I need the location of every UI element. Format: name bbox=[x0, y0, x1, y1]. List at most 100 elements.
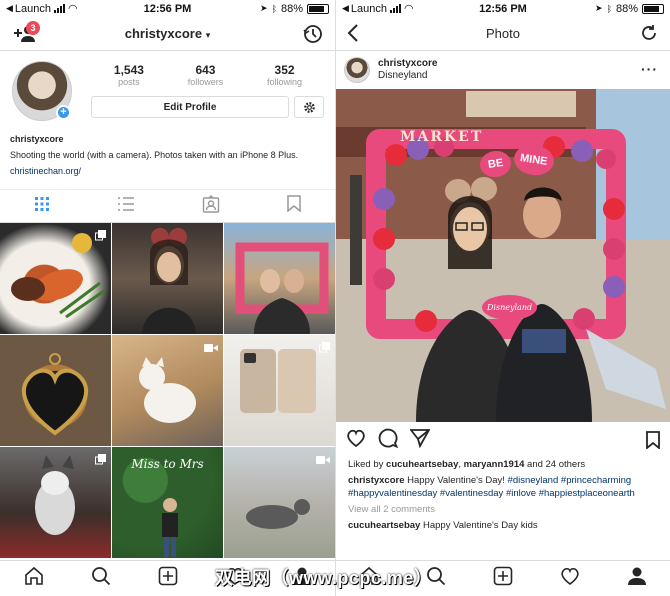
options-button[interactable] bbox=[294, 96, 324, 118]
photo-grid: Miss to Mrs bbox=[0, 223, 335, 558]
hashtag[interactable]: #happyvalentinesday bbox=[348, 488, 437, 499]
likes-line: Liked by cucuheartsebay, maryann1914 and… bbox=[348, 458, 658, 471]
grid-thumb-4[interactable] bbox=[0, 335, 111, 446]
chevron-left-icon bbox=[347, 24, 358, 42]
battery-icon bbox=[642, 3, 664, 14]
battery-icon bbox=[307, 3, 329, 14]
bookmark-icon bbox=[287, 195, 302, 213]
tab-grid[interactable] bbox=[34, 196, 50, 217]
bio: christyxcore Shooting the world (with a … bbox=[0, 131, 335, 179]
liked-rest[interactable]: and 24 others bbox=[524, 459, 585, 470]
followers-label: followers bbox=[187, 77, 224, 87]
following-count[interactable]: 352 following bbox=[267, 63, 302, 87]
nav-search[interactable] bbox=[91, 566, 111, 591]
heart-icon bbox=[561, 567, 579, 586]
posts-value: 1,543 bbox=[113, 63, 144, 77]
bio-link[interactable]: christinechan.org/ bbox=[10, 163, 325, 179]
add-post-icon bbox=[493, 566, 513, 586]
chevron-down-icon: ▾ bbox=[205, 30, 211, 40]
grid-thumb-8[interactable]: Miss to Mrs bbox=[112, 447, 223, 558]
hashtag[interactable]: #valentinesday bbox=[440, 488, 503, 499]
profile-icon bbox=[627, 567, 646, 585]
post-avatar[interactable] bbox=[344, 57, 370, 83]
video-icon bbox=[204, 340, 218, 358]
refresh-icon bbox=[642, 25, 656, 40]
market-sign: MARKET bbox=[400, 129, 484, 145]
posts-count[interactable]: 1,543 posts bbox=[114, 63, 144, 87]
search-icon bbox=[91, 567, 110, 586]
multiple-photos-icon bbox=[319, 340, 330, 358]
multiple-photos-icon bbox=[95, 228, 106, 246]
nav-activity[interactable] bbox=[560, 566, 580, 591]
status-time: 12:56 PM bbox=[479, 2, 527, 15]
heart-icon bbox=[347, 429, 365, 447]
profile-stats: 1,543 posts 643 followers 352 following bbox=[92, 63, 324, 87]
hashtag[interactable]: #happiestplaceonearth bbox=[539, 488, 635, 499]
hashtag[interactable]: #disneyland bbox=[508, 475, 559, 486]
grid-thumb-1[interactable] bbox=[0, 223, 111, 334]
share-button[interactable] bbox=[409, 428, 431, 453]
grid-thumb-6[interactable] bbox=[224, 335, 335, 446]
grid-thumb-3[interactable] bbox=[224, 223, 335, 334]
nav-new-post[interactable] bbox=[493, 566, 513, 591]
post-photo[interactable]: MARKET BE MINE Disneyland bbox=[336, 89, 670, 422]
add-post-icon bbox=[158, 566, 177, 586]
notification-badge: 3 bbox=[26, 21, 40, 35]
caption-body: Happy Valentine's Day! bbox=[404, 475, 508, 486]
list-icon bbox=[117, 196, 134, 211]
liker-1[interactable]: cucuheartsebay bbox=[386, 459, 458, 470]
view-all-comments[interactable]: View all 2 comments bbox=[348, 503, 658, 516]
woman-standing-image bbox=[162, 498, 178, 557]
hashtag[interactable]: #inlove bbox=[506, 488, 536, 499]
discover-people-button[interactable]: 3 bbox=[12, 21, 40, 43]
status-bar: ◀ Launch ◠ 12:56 PM ➤ ᛒ 88% bbox=[0, 0, 335, 17]
caption-text: christyxcore Happy Valentine's Day! #dis… bbox=[348, 474, 658, 500]
post-caption: Liked by cucuheartsebay, maryann1914 and… bbox=[336, 458, 670, 532]
profile-username: christyxcore bbox=[124, 26, 203, 41]
comment-button[interactable] bbox=[378, 428, 399, 453]
tab-tagged[interactable] bbox=[202, 194, 220, 218]
add-story-icon[interactable]: + bbox=[56, 105, 71, 120]
hashtag[interactable]: #princecharming bbox=[561, 475, 631, 486]
page-title: Photo bbox=[486, 26, 520, 41]
liked-by-label: Liked by bbox=[348, 459, 384, 470]
like-button[interactable] bbox=[346, 429, 366, 452]
followers-count[interactable]: 643 followers bbox=[188, 63, 224, 87]
more-options-icon[interactable]: ··· bbox=[641, 61, 658, 77]
woman-ears-image bbox=[142, 228, 196, 334]
bookmark-icon bbox=[646, 431, 660, 450]
account-switcher[interactable]: christyxcore ▾ bbox=[125, 26, 210, 41]
save-button[interactable] bbox=[646, 431, 660, 454]
bio-name: christyxcore bbox=[10, 134, 64, 144]
home-icon bbox=[24, 566, 43, 585]
comment-text: Happy Valentine's Day kids bbox=[420, 520, 538, 531]
heart-pendant-image bbox=[21, 353, 89, 436]
comment-username[interactable]: cucuheartsebay bbox=[348, 520, 420, 531]
couple-heart-frame-image bbox=[336, 89, 670, 422]
caption-username[interactable]: christyxcore bbox=[348, 475, 405, 486]
tab-list[interactable] bbox=[117, 196, 135, 217]
grid-thumb-9[interactable] bbox=[224, 447, 335, 558]
post-username[interactable]: christyxcore bbox=[378, 58, 437, 70]
tagged-person-icon bbox=[202, 194, 220, 213]
liker-2[interactable]: maryann1914 bbox=[464, 459, 525, 470]
bio-text: Shooting the world (with a camera). Phot… bbox=[10, 150, 299, 160]
tab-saved[interactable] bbox=[287, 195, 302, 217]
status-bar: ◀ Launch ◠ 12:56 PM ➤ ᛒ 88% bbox=[336, 0, 670, 17]
refresh-button[interactable] bbox=[640, 24, 658, 45]
nav-profile[interactable] bbox=[627, 566, 647, 591]
nav-new-post[interactable] bbox=[158, 566, 178, 591]
edit-profile-button[interactable]: Edit Profile bbox=[91, 96, 289, 118]
grid-thumb-5[interactable] bbox=[112, 335, 223, 446]
photo-header: Photo bbox=[336, 17, 670, 51]
archive-button[interactable] bbox=[303, 24, 323, 47]
grid-thumb-2[interactable] bbox=[112, 223, 223, 334]
comment-icon bbox=[378, 428, 399, 448]
heart-frame-thumb-image bbox=[235, 242, 329, 334]
post-location[interactable]: Disneyland bbox=[378, 70, 437, 82]
status-time: 12:56 PM bbox=[143, 2, 192, 15]
nav-home[interactable] bbox=[24, 566, 44, 591]
grid-thumb-7[interactable] bbox=[0, 447, 111, 558]
back-button[interactable] bbox=[346, 23, 360, 46]
comment-row: cucuheartsebay Happy Valentine's Day kid… bbox=[348, 519, 658, 532]
